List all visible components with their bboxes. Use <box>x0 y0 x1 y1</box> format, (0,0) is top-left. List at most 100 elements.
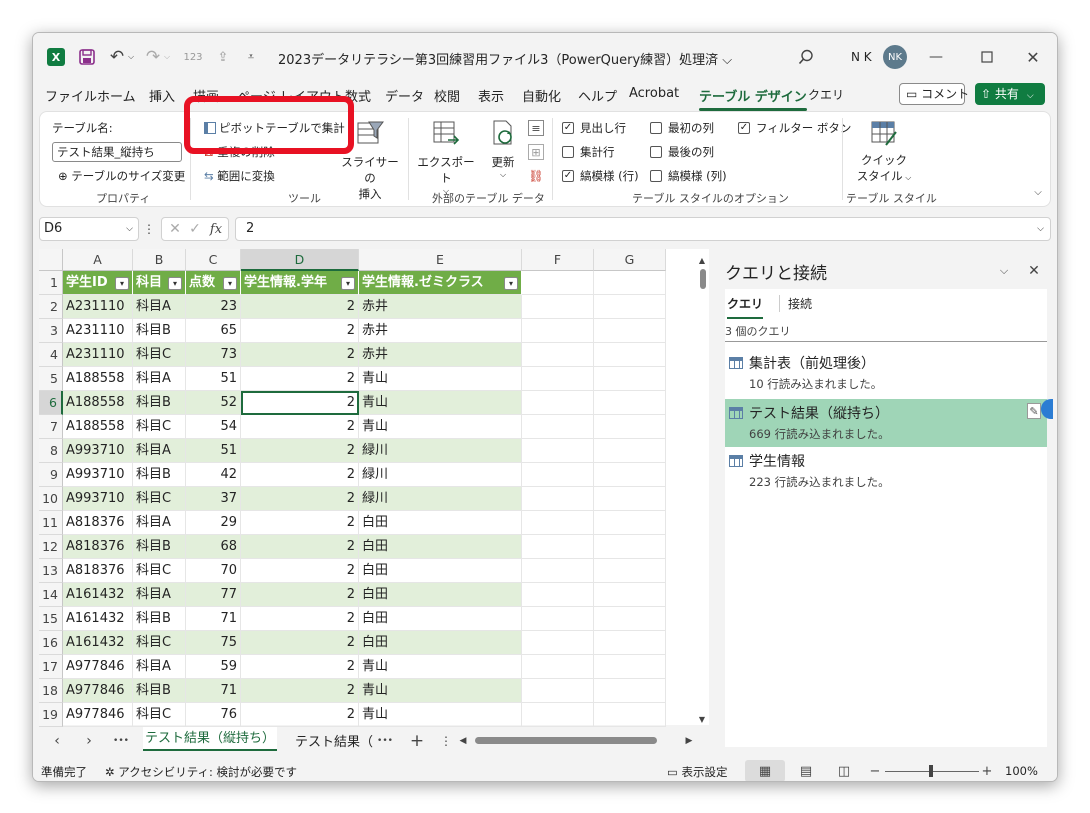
table-cell[interactable]: 73 <box>186 343 241 367</box>
filter-dropdown-icon[interactable]: ▾ <box>504 277 518 290</box>
row-header[interactable]: 3 <box>39 319 63 343</box>
row-header[interactable]: 16 <box>39 631 63 655</box>
name-box[interactable]: D6 ⌵ <box>39 217 139 241</box>
column-header-e[interactable]: E <box>359 249 522 271</box>
confirm-entry-icon[interactable]: ✓ <box>187 219 203 239</box>
table-cell[interactable]: 2 <box>241 703 359 727</box>
table-cell[interactable]: A977846 <box>63 679 133 703</box>
row-header[interactable]: 14 <box>39 583 63 607</box>
empty-cell[interactable] <box>594 511 666 535</box>
empty-cell[interactable] <box>522 535 594 559</box>
table-cell[interactable]: 科目B <box>133 391 186 415</box>
filter-dropdown-icon[interactable]: ▾ <box>341 277 355 290</box>
table-cell[interactable]: 2 <box>241 319 359 343</box>
tab-acrobat[interactable]: Acrobat <box>629 86 679 101</box>
undo-dropdown-icon[interactable]: ⌵ <box>126 49 136 65</box>
quick-style-button[interactable]: クイック スタイル ⌵ <box>852 118 916 184</box>
more-options-icon[interactable]: ⋮ <box>143 219 155 239</box>
last-column-checkbox[interactable] <box>650 146 662 158</box>
sheet-tab-active[interactable]: テスト結果（縦持ち） <box>143 727 277 751</box>
minimize-icon[interactable]: — <box>926 47 946 67</box>
row-header[interactable]: 17 <box>39 655 63 679</box>
column-header-d[interactable]: D <box>241 249 359 271</box>
column-header-c[interactable]: C <box>186 249 241 271</box>
table-name-input[interactable]: テスト結果_縦持ち <box>52 142 182 162</box>
table-cell[interactable]: 59 <box>186 655 241 679</box>
vertical-scroll-down-icon[interactable]: ▼ <box>697 713 707 725</box>
table-cell[interactable]: A977846 <box>63 655 133 679</box>
row-header[interactable]: 5 <box>39 367 63 391</box>
row-header[interactable]: 13 <box>39 559 63 583</box>
customize-qat-icon[interactable]: ⩡ <box>243 47 259 67</box>
table-cell[interactable]: A993710 <box>63 463 133 487</box>
empty-cell[interactable] <box>594 391 666 415</box>
row-header[interactable]: 19 <box>39 703 63 727</box>
sheet-options-icon[interactable]: ⋮ <box>440 731 452 751</box>
formula-input[interactable]: 2 ⌵ <box>235 217 1051 241</box>
empty-cell[interactable] <box>522 415 594 439</box>
undo-icon[interactable]: ↶ <box>107 47 127 67</box>
zoom-in-icon[interactable]: + <box>981 761 993 781</box>
more-sheets-left-icon[interactable]: ••• <box>111 731 131 751</box>
tab-file[interactable]: ファイル <box>45 86 97 105</box>
empty-cell[interactable] <box>522 367 594 391</box>
table-cell[interactable]: 2 <box>241 631 359 655</box>
normal-view-icon[interactable]: ▦ <box>745 760 785 781</box>
comment-button[interactable]: ▭ コメント <box>899 83 969 105</box>
table-cell[interactable]: 青山 <box>359 703 522 727</box>
table-cell[interactable]: 51 <box>186 439 241 463</box>
empty-cell[interactable] <box>594 559 666 583</box>
table-cell[interactable]: 29 <box>186 511 241 535</box>
row-header[interactable]: 1 <box>39 271 63 295</box>
table-cell[interactable]: A231110 <box>63 319 133 343</box>
table-header-cell[interactable]: 学生情報.ゼミクラス ▾ <box>359 271 522 295</box>
row-header[interactable]: 9 <box>39 463 63 487</box>
empty-cell[interactable] <box>522 655 594 679</box>
table-cell[interactable]: 白田 <box>359 631 522 655</box>
query-item-selected[interactable]: テスト結果（縦持ち） 669 行読み込まれました。 ✎ <box>725 399 1053 447</box>
table-cell[interactable]: A231110 <box>63 295 133 319</box>
empty-cell[interactable] <box>594 583 666 607</box>
tab-queries-pane[interactable]: クエリ <box>727 295 764 319</box>
query-item[interactable]: 学生情報 223 行読み込まれました。 <box>725 447 1047 495</box>
empty-cell[interactable] <box>594 679 666 703</box>
column-header-g[interactable]: G <box>594 249 666 271</box>
empty-cell[interactable] <box>522 319 594 343</box>
empty-cell[interactable] <box>522 439 594 463</box>
vertical-scroll-up-icon[interactable]: ▲ <box>697 253 707 267</box>
tab-help[interactable]: ヘルプ <box>578 86 617 105</box>
table-cell[interactable]: 科目C <box>133 631 186 655</box>
maximize-icon[interactable] <box>977 47 997 67</box>
table-cell[interactable]: 54 <box>186 415 241 439</box>
table-cell[interactable]: 2 <box>241 679 359 703</box>
column-header-f[interactable]: F <box>522 249 594 271</box>
table-cell[interactable]: 2 <box>241 415 359 439</box>
table-cell[interactable]: 2 <box>241 583 359 607</box>
tab-query[interactable]: クエリ <box>808 86 844 103</box>
sheet-tab-other[interactable]: テスト結果（ <box>295 731 373 750</box>
table-cell[interactable]: 科目C <box>133 703 186 727</box>
table-cell[interactable]: 科目C <box>133 559 186 583</box>
table-cell[interactable]: 2 <box>241 535 359 559</box>
empty-cell[interactable] <box>594 703 666 727</box>
empty-cell[interactable] <box>594 655 666 679</box>
table-cell[interactable]: 37 <box>186 487 241 511</box>
table-cell[interactable]: 51 <box>186 367 241 391</box>
table-cell[interactable]: A818376 <box>63 559 133 583</box>
banded-columns-checkbox[interactable] <box>650 170 662 182</box>
table-cell[interactable]: A188558 <box>63 391 133 415</box>
prev-sheet-icon[interactable]: ‹ <box>49 731 65 751</box>
header-row-checkbox[interactable]: ✓ <box>562 122 574 134</box>
zoom-slider-thumb[interactable] <box>929 765 933 777</box>
table-cell[interactable]: 青山 <box>359 679 522 703</box>
column-header-b[interactable]: B <box>133 249 186 271</box>
table-cell[interactable]: 52 <box>186 391 241 415</box>
table-cell[interactable]: 2 <box>241 367 359 391</box>
query-edit-icon[interactable]: ✎ <box>1027 403 1041 419</box>
table-cell[interactable]: 科目A <box>133 295 186 319</box>
search-icon[interactable] <box>796 47 816 67</box>
table-cell[interactable]: 77 <box>186 583 241 607</box>
peek-handle-icon[interactable] <box>1041 399 1053 419</box>
table-cell[interactable]: 23 <box>186 295 241 319</box>
table-cell[interactable]: 白田 <box>359 583 522 607</box>
